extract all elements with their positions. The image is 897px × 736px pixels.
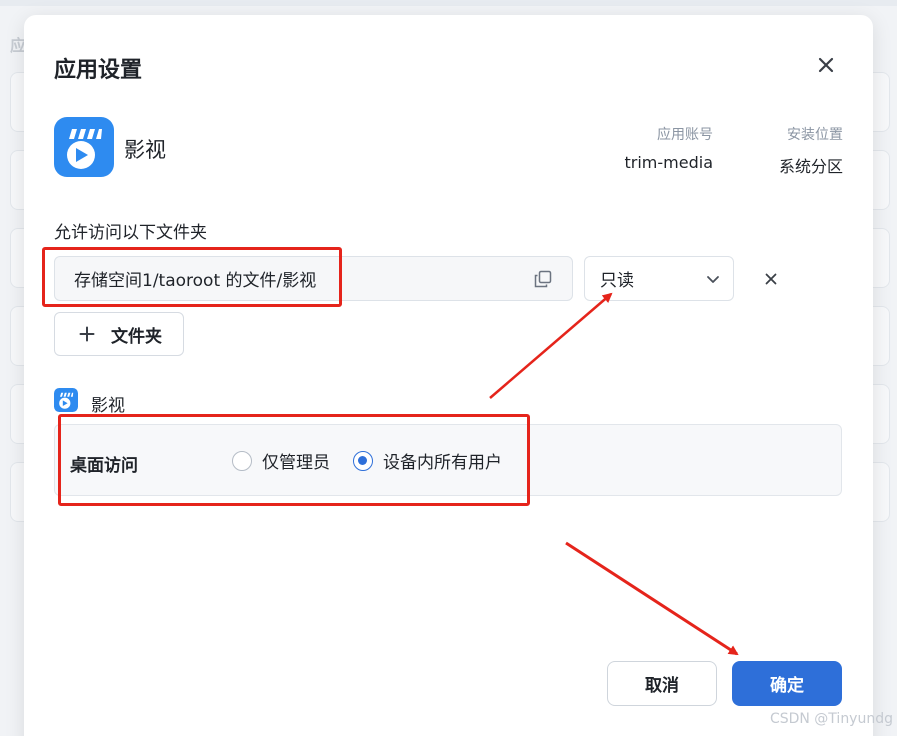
- annotation-highlight-path: [42, 247, 342, 307]
- permission-value: 只读: [600, 271, 634, 291]
- app-settings-dialog: 应用设置 影视 应用账号 trim-media 安装位置 系统分区 允许访问以下…: [24, 15, 873, 736]
- add-folder-button[interactable]: 文件夹: [54, 312, 184, 356]
- desktop-access-section-label: 影视: [91, 396, 125, 416]
- background-topbar: [0, 0, 897, 6]
- permission-select[interactable]: 只读: [584, 256, 734, 301]
- app-account-meta: 应用账号 trim-media: [625, 124, 714, 172]
- film-app-icon: [54, 117, 114, 177]
- film-app-icon: [54, 388, 78, 412]
- close-button[interactable]: [813, 52, 839, 78]
- folder-access-label: 允许访问以下文件夹: [54, 223, 207, 243]
- account-value: trim-media: [624, 153, 714, 172]
- location-label: 安装位置: [787, 127, 843, 143]
- watermark: CSDN @Tinyundg: [769, 711, 893, 727]
- account-label: 应用账号: [657, 127, 713, 143]
- cancel-button[interactable]: 取消: [607, 661, 717, 706]
- add-folder-label: 文件夹: [111, 326, 162, 347]
- app-name: 影视: [124, 138, 166, 162]
- remove-folder-button[interactable]: [761, 269, 781, 289]
- location-value: 系统分区: [778, 157, 843, 176]
- confirm-button[interactable]: 确定: [732, 661, 842, 706]
- plus-icon: [79, 326, 95, 342]
- annotation-highlight-desktop-access: [58, 414, 530, 506]
- close-icon: [818, 57, 834, 73]
- close-icon: [765, 273, 777, 285]
- copy-icon[interactable]: [534, 270, 552, 288]
- chevron-down-icon: [707, 276, 719, 283]
- install-location-meta: 安装位置 系统分区: [779, 124, 843, 177]
- dialog-title: 应用设置: [54, 58, 143, 83]
